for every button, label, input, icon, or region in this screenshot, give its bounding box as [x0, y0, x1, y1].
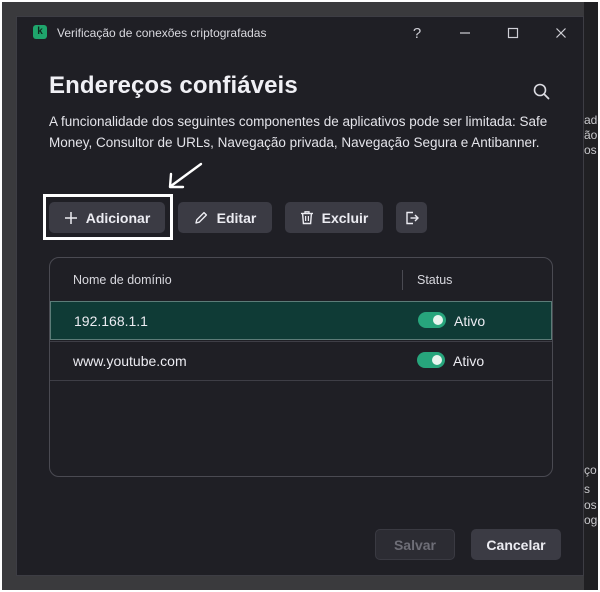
search-icon	[533, 83, 550, 100]
table-row[interactable]: 192.168.1.1 Ativo	[50, 301, 552, 340]
delete-button[interactable]: Excluir	[285, 202, 383, 233]
add-button[interactable]: Adicionar	[49, 202, 165, 233]
window-title: Verificação de conexões criptografadas	[57, 26, 267, 40]
export-button[interactable]	[396, 202, 427, 233]
export-icon	[405, 211, 419, 224]
description-text: A funcionalidade dos seguintes component…	[49, 114, 548, 150]
status-cell: Ativo	[454, 313, 486, 329]
minimize-icon	[460, 32, 470, 34]
close-icon	[556, 28, 566, 38]
table-row-divider	[50, 380, 552, 381]
edit-button[interactable]: Editar	[178, 202, 272, 233]
status-cell: Ativo	[453, 353, 485, 369]
title-bar[interactable]: k Verificação de conexões criptografadas…	[17, 17, 583, 49]
table-row[interactable]: www.youtube.com Ativo	[50, 341, 552, 380]
column-header-domain[interactable]: Nome de domínio	[73, 258, 172, 302]
search-button[interactable]	[531, 81, 553, 103]
background-text: os	[584, 498, 597, 512]
column-header-status[interactable]: Status	[417, 258, 452, 302]
cancel-button[interactable]: Cancelar	[471, 529, 561, 560]
background-text: s	[584, 482, 590, 496]
page-title: Endereços confiáveis	[49, 72, 298, 99]
background-text: os	[584, 143, 597, 157]
domain-cell: 192.168.1.1	[74, 313, 148, 329]
add-button-label: Adicionar	[85, 209, 151, 226]
status-toggle[interactable]	[417, 352, 445, 368]
background-text: ão	[584, 128, 598, 142]
pencil-icon	[194, 211, 207, 224]
trusted-addresses-table: Nome de domínio Status 192.168.1.1 Ativo…	[49, 257, 553, 477]
close-button[interactable]	[545, 21, 577, 45]
column-divider[interactable]	[402, 270, 403, 290]
status-toggle[interactable]	[418, 312, 446, 328]
delete-button-label: Excluir	[321, 209, 369, 226]
save-button[interactable]: Salvar	[375, 529, 455, 560]
annotation-arrow-icon	[168, 162, 203, 189]
background-text: ogo	[584, 513, 600, 527]
domain-cell: www.youtube.com	[73, 353, 187, 369]
trash-icon	[300, 211, 313, 225]
minimize-button[interactable]	[449, 21, 481, 45]
background-text: ço	[584, 463, 597, 477]
dialog-window: k Verificação de conexões criptografadas…	[16, 16, 584, 576]
maximize-button[interactable]	[497, 21, 529, 45]
edit-button-label: Editar	[216, 209, 257, 226]
maximize-icon	[507, 27, 519, 39]
background-app: ade ão os ço s os ogo	[584, 0, 600, 592]
help-button[interactable]: ?	[401, 21, 433, 45]
background-text: ade	[584, 113, 600, 127]
plus-icon	[64, 211, 77, 224]
kaspersky-logo-icon: k	[33, 25, 47, 39]
